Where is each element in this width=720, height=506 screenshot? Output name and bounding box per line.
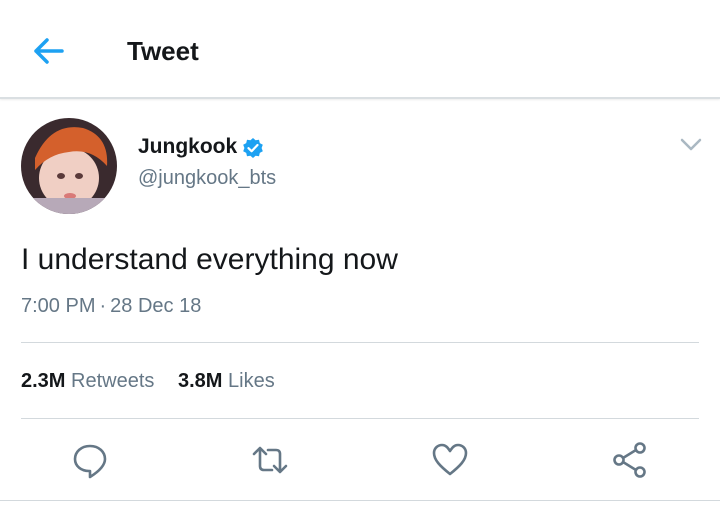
retweets-label: Retweets (71, 370, 155, 392)
back-arrow-icon (34, 38, 64, 64)
retweet-icon (252, 446, 288, 474)
tweet-stats: 2.3M Retweets 3.8M Likes (21, 370, 275, 393)
divider (21, 418, 699, 419)
share-button[interactable] (610, 440, 650, 480)
more-options-button[interactable] (678, 134, 704, 154)
divider (21, 342, 699, 343)
heart-icon (432, 443, 468, 476)
chevron-down-icon (680, 138, 702, 151)
likes-stat[interactable]: 3.8M Likes (178, 370, 275, 393)
share-icon (613, 442, 646, 478)
retweets-count: 2.3M (21, 370, 66, 392)
likes-label: Likes (228, 370, 275, 392)
retweet-button[interactable] (250, 440, 290, 480)
likes-count: 3.8M (177, 370, 223, 392)
avatar[interactable] (21, 118, 117, 214)
reply-icon (73, 444, 107, 479)
tweet-time: 7:00 PM (21, 295, 96, 317)
author-handle[interactable]: @jungkook_bts (138, 167, 276, 190)
verified-badge-icon (243, 138, 263, 158)
top-bar: Tweet (0, 0, 720, 99)
tweet-text: I understand everything now (21, 243, 398, 276)
like-button[interactable] (430, 440, 470, 480)
reply-button[interactable] (70, 440, 110, 480)
page-title: Tweet (127, 36, 199, 66)
tweet-date: 28 Dec 18 (110, 295, 202, 317)
divider (0, 500, 720, 501)
tweet-timestamp: 7:00 PM · 28 Dec 18 (21, 295, 201, 318)
author-name[interactable]: Jungkook (138, 135, 237, 159)
avatar-image (21, 118, 117, 214)
back-button[interactable] (30, 34, 70, 68)
retweets-stat[interactable]: 2.3M Retweets (21, 370, 154, 393)
timestamp-separator: · (99, 295, 107, 317)
